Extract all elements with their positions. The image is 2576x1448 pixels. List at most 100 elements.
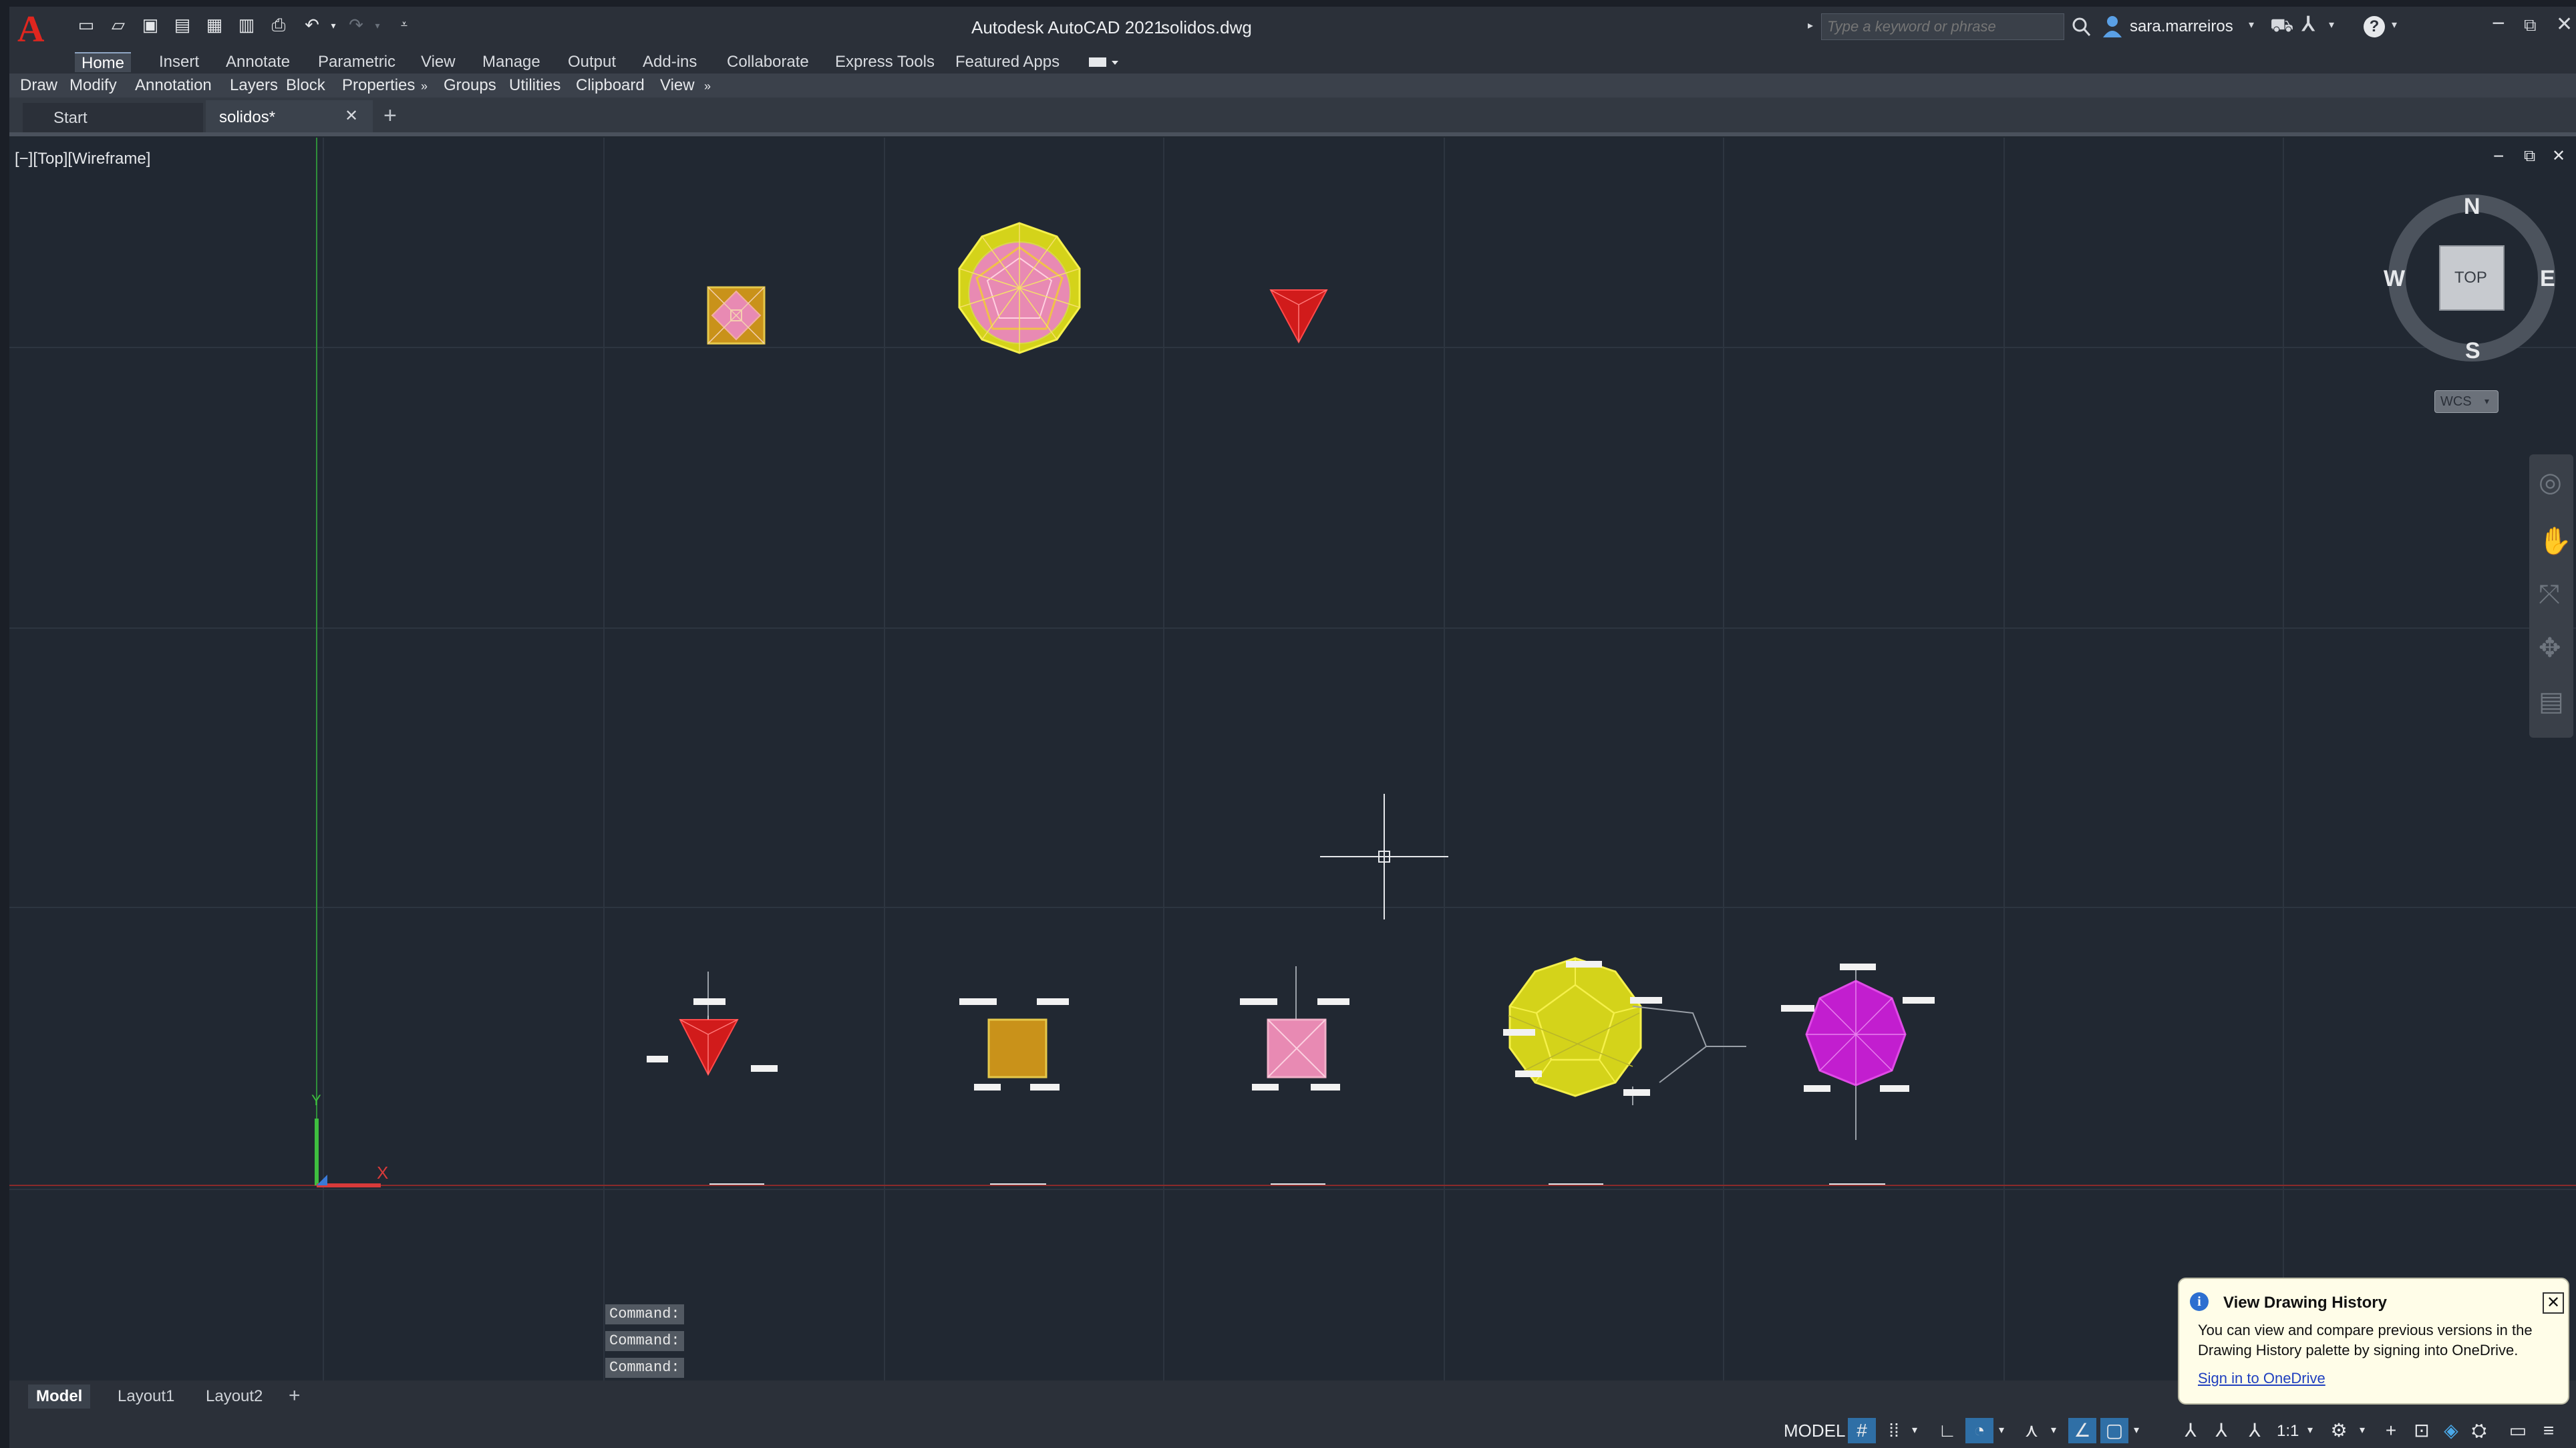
panel-annotation[interactable]: Annotation	[135, 78, 212, 94]
snap-dropdown-icon[interactable]: ▾	[1907, 1418, 1923, 1443]
tab-output[interactable]: Output	[561, 52, 623, 72]
clean-screen-icon[interactable]: ▭	[2504, 1418, 2532, 1443]
sign-in-onedrive-link[interactable]: Sign in to OneDrive	[2198, 1371, 2325, 1386]
panel-groups[interactable]: Groups	[444, 78, 496, 94]
auto-scale-icon[interactable]: ⅄	[2207, 1418, 2235, 1443]
drawing-canvas[interactable]: X Y [−][Top][Wireframe] − ⧉ ✕ N S W E TO…	[9, 138, 2576, 1409]
search-icon[interactable]	[2071, 15, 2092, 39]
tab-view[interactable]: View	[414, 52, 462, 72]
search-input[interactable]	[1827, 18, 2054, 35]
panel-clipboard[interactable]: Clipboard	[576, 78, 645, 94]
a360-dropdown-icon[interactable]: ▾	[2329, 20, 2334, 31]
tab-add-ins[interactable]: Add-ins	[636, 52, 703, 72]
workspace-gear-icon[interactable]: ⚙	[2325, 1418, 2353, 1443]
snap-icon[interactable]: ⁞⁞	[1880, 1418, 1908, 1443]
object-snap-tracking-icon[interactable]: ∠	[2068, 1418, 2096, 1443]
tab-layout1[interactable]: Layout1	[110, 1385, 182, 1409]
redo-icon[interactable]: ↷	[346, 15, 366, 36]
panel-layers[interactable]: Layers	[230, 78, 278, 94]
tab-parametric[interactable]: Parametric	[311, 52, 402, 72]
tab-collaborate[interactable]: Collaborate	[720, 52, 816, 72]
save-icon[interactable]: ▣	[140, 15, 160, 36]
panel-properties[interactable]: Properties	[342, 78, 415, 94]
tab-express-tools[interactable]: Express Tools	[828, 52, 941, 72]
polar-dropdown-icon[interactable]: ▾	[1993, 1418, 2009, 1443]
viewport-label[interactable]: [−][Top][Wireframe]	[15, 151, 150, 167]
units-icon[interactable]: ⊡	[2408, 1418, 2436, 1443]
viewcube-west[interactable]: W	[2384, 267, 2405, 290]
customization-menu-icon[interactable]: ≡	[2535, 1418, 2563, 1443]
tab-solidos[interactable]: solidos* ✕	[206, 100, 373, 132]
isodraft-dropdown-icon[interactable]: ▾	[2046, 1418, 2062, 1443]
viewport-close-icon[interactable]: ✕	[2552, 148, 2565, 164]
help-icon[interactable]: ?	[2364, 16, 2385, 37]
tab-insert[interactable]: Insert	[152, 52, 206, 72]
polar-icon[interactable]: ◔	[1965, 1418, 1993, 1443]
viewport-restore-icon[interactable]: ⧉	[2524, 148, 2535, 164]
pan-icon[interactable]: ✋	[2539, 528, 2572, 555]
a360-icon[interactable]: ⅄	[2302, 15, 2314, 35]
annotation-scale-value[interactable]: 1:1	[2277, 1423, 2299, 1439]
viewcube-north[interactable]: N	[2464, 195, 2480, 218]
user-name[interactable]: sara.marreiros	[2130, 19, 2233, 35]
tab-close-icon[interactable]: ✕	[345, 108, 358, 124]
orbit-icon[interactable]: ✥	[2539, 635, 2561, 662]
tab-featured-apps[interactable]: Featured Apps	[949, 52, 1066, 72]
viewport-minimize-icon[interactable]: −	[2493, 147, 2504, 166]
zoom-extents-icon[interactable]: ⤧	[2539, 581, 2560, 608]
scale-dropdown-icon[interactable]: ▾	[2302, 1418, 2318, 1443]
close-icon[interactable]: ✕	[2556, 15, 2573, 35]
viewcube-top-face[interactable]: TOP	[2454, 270, 2487, 286]
ortho-icon[interactable]: ∟	[1933, 1418, 1961, 1443]
panel-block[interactable]: Block	[286, 78, 325, 94]
isolate-objects-icon[interactable]: ◈	[2437, 1418, 2465, 1443]
viewcube[interactable]: N S W E TOP	[2384, 191, 2559, 365]
minimize-icon[interactable]: −	[2492, 12, 2505, 35]
panel-view[interactable]: View	[660, 78, 695, 94]
annotation-visibility-icon[interactable]: ⅄	[2177, 1418, 2205, 1443]
panel-draw[interactable]: Draw	[20, 78, 57, 94]
isodraft-icon[interactable]: ⋏	[2018, 1418, 2046, 1443]
viewcube-south[interactable]: S	[2465, 339, 2480, 362]
tab-start[interactable]: Start	[23, 103, 203, 132]
notification-close-icon[interactable]: ✕	[2543, 1292, 2565, 1314]
tab-model[interactable]: Model	[28, 1385, 91, 1409]
model-space-button[interactable]: MODEL	[1784, 1422, 1845, 1439]
object-snap-icon[interactable]: ▢	[2100, 1418, 2128, 1443]
annotation-scale-icon[interactable]: ⅄	[2241, 1418, 2269, 1443]
plot-preview-icon[interactable]: ▥	[236, 15, 257, 36]
undo-icon[interactable]: ↶	[302, 15, 322, 36]
tab-annotate[interactable]: Annotate	[219, 52, 297, 72]
panel-view-more[interactable]: »	[704, 80, 711, 92]
grid-icon[interactable]: #	[1848, 1418, 1876, 1443]
save-as-icon[interactable]: ▤	[172, 15, 192, 36]
restore-icon[interactable]: ⧉	[2524, 16, 2537, 33]
tab-layout2[interactable]: Layout2	[198, 1385, 271, 1409]
plot-icon[interactable]: ⎙	[269, 15, 289, 36]
wcs-menu[interactable]: WCS ▾	[2434, 390, 2499, 413]
new-layout-icon[interactable]: +	[289, 1386, 301, 1406]
new-icon[interactable]: ▭	[76, 15, 96, 36]
tab-manage[interactable]: Manage	[476, 52, 547, 72]
autocad-logo[interactable]: A	[17, 11, 44, 48]
user-icon[interactable]	[2100, 13, 2124, 40]
viewcube-east[interactable]: E	[2540, 267, 2555, 290]
publish-icon[interactable]: ▦	[204, 15, 224, 36]
tab-home[interactable]: Home	[75, 52, 132, 72]
object-snap-dropdown-icon[interactable]: ▾	[2128, 1418, 2144, 1443]
panel-utilities[interactable]: Utilities	[509, 78, 560, 94]
help-dropdown-icon[interactable]: ▾	[2392, 20, 2397, 31]
redo-dropdown-icon[interactable]: ▾	[367, 20, 387, 41]
cart-icon[interactable]: ⛟	[2270, 16, 2293, 35]
open-icon[interactable]: ▱	[108, 15, 128, 36]
steering-wheel-icon[interactable]: ◎	[2539, 469, 2562, 496]
hardware-acceleration-icon[interactable]: ⛭	[2465, 1418, 2493, 1443]
workspace-dropdown-icon[interactable]: ▾	[2354, 1418, 2370, 1443]
annotation-monitor-icon[interactable]: +	[2377, 1418, 2405, 1443]
panel-properties-more[interactable]: »	[421, 80, 428, 92]
new-tab-icon[interactable]: +	[383, 104, 397, 127]
undo-dropdown-icon[interactable]: ▾	[323, 20, 343, 41]
search-expand-icon[interactable]: ▸	[1808, 19, 1817, 33]
showmotion-icon[interactable]: ▤	[2539, 688, 2564, 715]
search-box[interactable]	[1821, 13, 2064, 40]
